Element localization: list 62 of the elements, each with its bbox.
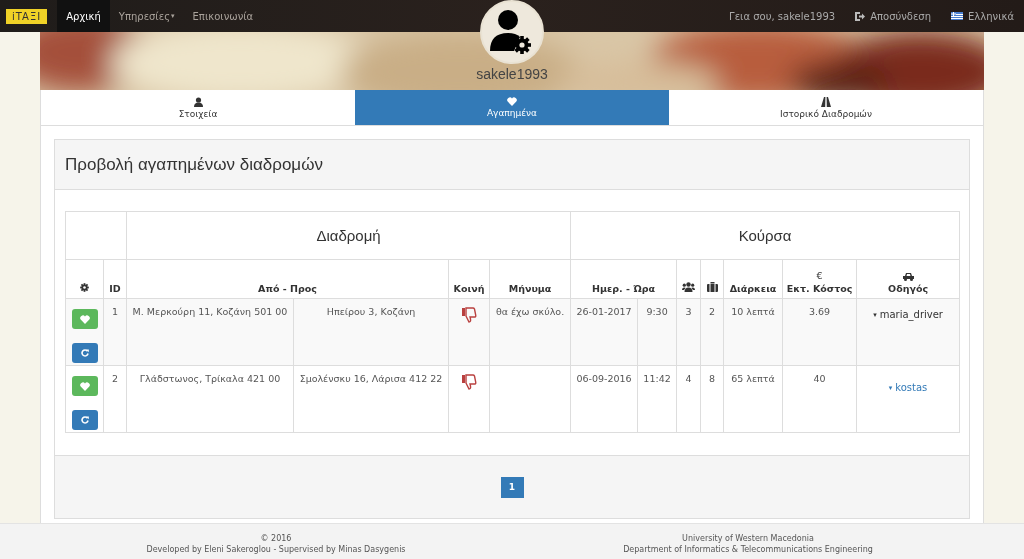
group-header: Κούρσα [738,227,792,244]
footer-text: © 2016 [260,533,292,544]
language-link[interactable]: Ελληνικά [968,10,1014,22]
heart-icon [79,314,90,324]
column-header: Εκτ. Κόστος [786,283,853,294]
heart-icon [79,381,90,391]
euro-sign: € [816,270,823,281]
refresh-icon [80,416,89,424]
refresh-icon [80,349,89,357]
car-icon [902,272,914,281]
table-cell: 10 λεπτά [731,306,775,317]
table-cell: Μ. Μερκούρη 11, Κοζάνη 501 00 [132,306,288,317]
table-cell: 2 [111,373,118,384]
column-header: ID [109,283,121,294]
logo[interactable]: iTAΞI [6,8,48,24]
flag-icon [951,12,964,20]
table-cell: 40 [813,373,826,384]
table-cell: 06-09-2016 [576,373,632,384]
table-cell: Ηπείρου 3, Κοζάνη [326,306,416,317]
logout-icon [855,11,866,21]
panel-title: Προβολή αγαπημένων διαδρομών [65,154,323,175]
table-cell: 8 [709,373,716,384]
table-cell: 1 [111,306,118,317]
greeting-text: Γεια σου, sakele1993 [729,10,836,22]
column-header: Ημερ. - Ώρα [592,283,656,294]
table-cell: 3.69 [808,306,831,317]
table-cell: 26-01-2017 [576,306,632,317]
table-cell: 3 [685,306,692,317]
favorite-button[interactable] [71,309,98,329]
heart-icon [507,97,517,106]
footer-text: Developed by Eleni Sakeroglou - Supervised by Minas Dasygenis [146,544,406,555]
people-icon [682,282,696,292]
table-cell: 9:30 [646,306,668,317]
table-cell: 2 [709,306,716,317]
column-header: Μήνυμα [508,283,552,294]
road-icon [821,96,831,107]
settings-icon [80,283,89,292]
column-header: Οδηγός [888,283,929,294]
column-header: Από - Προς [258,283,317,294]
table-cell: Γλάδστωνος, Τρίκαλα 421 00 [139,373,281,384]
column-header: Διάρκεια [729,283,777,294]
logout-link[interactable]: Αποσύνδεση [870,10,932,22]
table-cell: 11:42 [643,373,671,384]
table-cell: 65 λεπτά [731,373,775,384]
group-header: Διαδρομή [316,227,381,244]
footer-text: University of Western Macedonia [682,533,814,544]
nav-link[interactable]: Επικοινωνία [183,0,263,32]
page-button[interactable]: 1 [500,476,524,498]
table-cell: 4 [685,373,692,384]
nav-link[interactable]: Αρχική [57,0,110,32]
user-settings-icon [490,9,534,55]
repeat-button[interactable] [71,410,98,430]
favorite-button[interactable] [71,376,98,396]
user-icon [193,96,203,107]
suitcase-icon [706,282,718,292]
repeat-button[interactable] [71,343,98,363]
column-header: Κοινή [453,283,485,294]
username: sakele1993 [476,66,548,82]
tab[interactable]: Αγαπημένα [355,90,669,125]
table-cell: θα έχω σκύλο. [495,306,565,317]
footer-text: Department of Informatics & Telecommunications Engineering [623,544,873,555]
table-cell: Σμολένσκυ 16, Λάρισα 412 22 [299,373,443,384]
